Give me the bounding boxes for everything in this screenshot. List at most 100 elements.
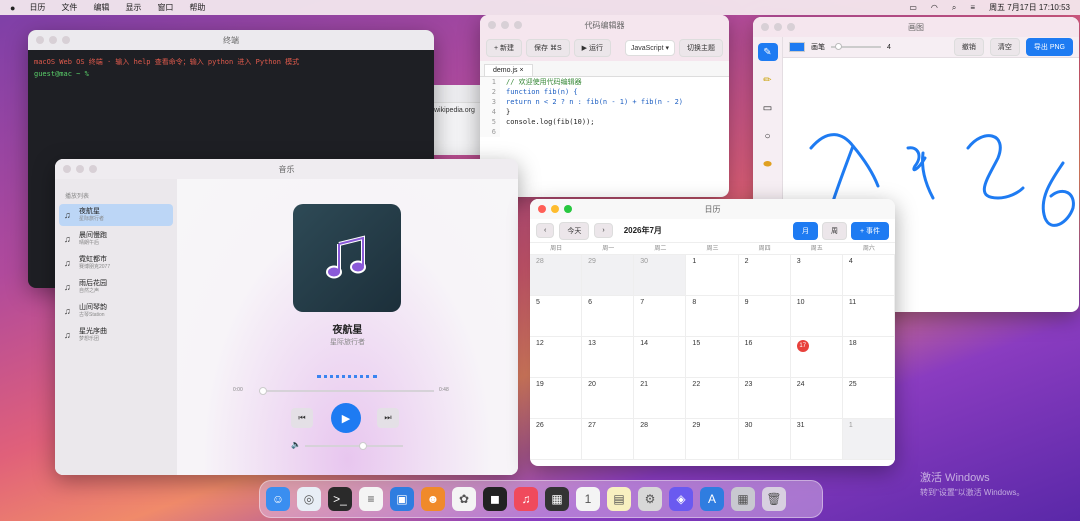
language-select[interactable]: JavaScript ▾ (624, 40, 675, 56)
calendar-day[interactable]: 29 (582, 255, 635, 296)
terminal-icon[interactable]: >_ (328, 487, 352, 511)
close-button[interactable] (63, 165, 71, 173)
calendar-day[interactable]: 3 (790, 255, 843, 296)
calendar-day[interactable]: 5 (530, 296, 583, 337)
calendar-day[interactable]: 14 (634, 337, 687, 378)
calendar-day[interactable]: 26 (530, 419, 583, 460)
next-button[interactable]: ⏭ (377, 408, 399, 428)
menu-item-calendar[interactable]: 日历 (29, 2, 45, 13)
pencil-icon[interactable]: ✏ (758, 71, 778, 89)
calendar-day[interactable]: 19 (530, 378, 583, 419)
music-icon[interactable]: ♫ (514, 487, 538, 511)
calendar-day[interactable]: 30 (634, 255, 687, 296)
calendar-day[interactable]: 6 (582, 296, 635, 337)
zoom-button[interactable] (89, 165, 97, 173)
calendar-day[interactable]: 15 (686, 337, 739, 378)
close-button[interactable] (36, 36, 44, 44)
calendar-day[interactable]: 9 (738, 296, 791, 337)
color-picker[interactable] (789, 42, 805, 52)
today-button[interactable]: 今天 (559, 221, 590, 240)
zoom-button[interactable] (564, 205, 572, 213)
calendar-day[interactable]: 4 (842, 255, 895, 296)
launchpad-icon[interactable]: ▦ (731, 487, 755, 511)
zoom-button[interactable] (787, 23, 795, 31)
draw-titlebar[interactable]: 画图 (753, 17, 1079, 37)
calendar-day[interactable]: 18 (842, 337, 895, 378)
menu-item-window[interactable]: 窗口 (157, 2, 173, 13)
terminal-body[interactable]: macOS Web OS 终端 · 输入 help 查看命令；输入 python… (28, 50, 434, 86)
minimize-button[interactable] (774, 23, 782, 31)
add-event-button[interactable]: + 事件 (850, 221, 889, 240)
battery-icon[interactable]: ▭ (909, 3, 917, 12)
calendar-day[interactable]: 27 (582, 419, 635, 460)
playlist-item[interactable]: ♫ 雨后花园 自然之声 (59, 276, 173, 298)
save-button[interactable]: 保存 ⌘S (526, 39, 570, 57)
app-store-icon[interactable]: A (700, 487, 724, 511)
trash-icon[interactable]: 🗑 (762, 487, 786, 511)
game-icon[interactable]: ◈ (669, 487, 693, 511)
calendar-titlebar[interactable]: 日历 (530, 199, 895, 219)
calendar-day[interactable]: 29 (686, 419, 739, 460)
pen-icon[interactable]: ✎ (757, 43, 778, 61)
run-button[interactable]: ▶ 运行 (573, 39, 611, 57)
media-icon[interactable]: ◼ (483, 487, 507, 511)
calendar-day[interactable]: 23 (738, 378, 791, 419)
calendar-day[interactable]: 28 (530, 255, 583, 296)
terminal-titlebar[interactable]: 终端 (28, 30, 434, 50)
volume-slider[interactable] (305, 442, 403, 450)
code-area[interactable]: 1 2 3 4 5 6 // 欢迎使用代码编辑器 function fib(n)… (480, 77, 729, 137)
calendar-day[interactable]: 1 (842, 419, 895, 460)
control-center-icon[interactable]: ≡ (970, 3, 975, 12)
calendar-day[interactable]: 1 (686, 255, 739, 296)
calendar-day[interactable]: 17 (790, 337, 843, 378)
minimize-button[interactable] (76, 165, 84, 173)
prev-month-button[interactable]: ‹ (536, 223, 555, 238)
close-button[interactable] (538, 205, 546, 213)
volume-knob[interactable] (359, 442, 367, 450)
calendar-day[interactable]: 28 (634, 419, 687, 460)
menu-item-edit[interactable]: 编辑 (93, 2, 109, 13)
calendar-day[interactable]: 31 (790, 419, 843, 460)
calculator-icon[interactable]: ▦ (545, 487, 569, 511)
month-view-button[interactable]: 月 (792, 221, 818, 240)
music-titlebar[interactable]: 音乐 (55, 159, 518, 179)
search-icon[interactable]: ⌕ (952, 3, 956, 13)
notes-icon[interactable]: ▤ (607, 487, 631, 511)
calendar-icon[interactable]: 1 (576, 487, 600, 511)
menu-item-help[interactable]: 帮助 (189, 2, 205, 13)
text-editor-icon[interactable]: ≡ (359, 487, 383, 511)
zoom-button[interactable] (62, 36, 70, 44)
calendar-day[interactable]: 25 (842, 378, 895, 419)
settings-icon[interactable]: ⚙ (638, 487, 662, 511)
close-button[interactable] (761, 23, 769, 31)
playlist-item[interactable]: ♫ 星光序曲 梦想乐团 (59, 324, 173, 346)
minimize-button[interactable] (501, 21, 509, 29)
face-icon[interactable]: ☻ (421, 487, 445, 511)
close-button[interactable] (488, 21, 496, 29)
calendar-day[interactable]: 24 (790, 378, 843, 419)
zoom-button[interactable] (514, 21, 522, 29)
rectangle-icon[interactable]: ▭ (758, 99, 778, 117)
playlist-item[interactable]: ♫ 夜航星 星际旅行者 (59, 204, 173, 226)
calendar-day[interactable]: 8 (686, 296, 739, 337)
undo-button[interactable]: 撤销 (953, 38, 984, 56)
playlist-item[interactable]: ♫ 晨间慢跑 晴朗午后 (59, 228, 173, 250)
menu-item-file[interactable]: 文件 (61, 2, 77, 13)
tab-demo-js[interactable]: demo.js × (484, 64, 533, 76)
week-view-button[interactable]: 周 (821, 221, 847, 240)
minimize-button[interactable] (49, 36, 57, 44)
preview-icon[interactable]: ▣ (390, 487, 414, 511)
circle-icon[interactable]: ○ (758, 127, 778, 145)
calendar-day[interactable]: 20 (582, 378, 635, 419)
toggle-theme-button[interactable]: 切换主题 (679, 39, 723, 57)
calendar-day[interactable]: 13 (582, 337, 635, 378)
calendar-day[interactable]: 2 (738, 255, 791, 296)
wifi-icon[interactable]: ◠ (931, 3, 938, 12)
play-button[interactable]: ▶ (331, 403, 361, 433)
calendar-day[interactable]: 11 (842, 296, 895, 337)
playlist-item[interactable]: ♫ 山间琴韵 古琴Station (59, 300, 173, 322)
stroke-slider-knob[interactable] (835, 43, 842, 50)
calendar-day[interactable]: 30 (738, 419, 791, 460)
photos-icon[interactable]: ✿ (452, 487, 476, 511)
eraser-icon[interactable]: ⬬ (758, 155, 778, 173)
